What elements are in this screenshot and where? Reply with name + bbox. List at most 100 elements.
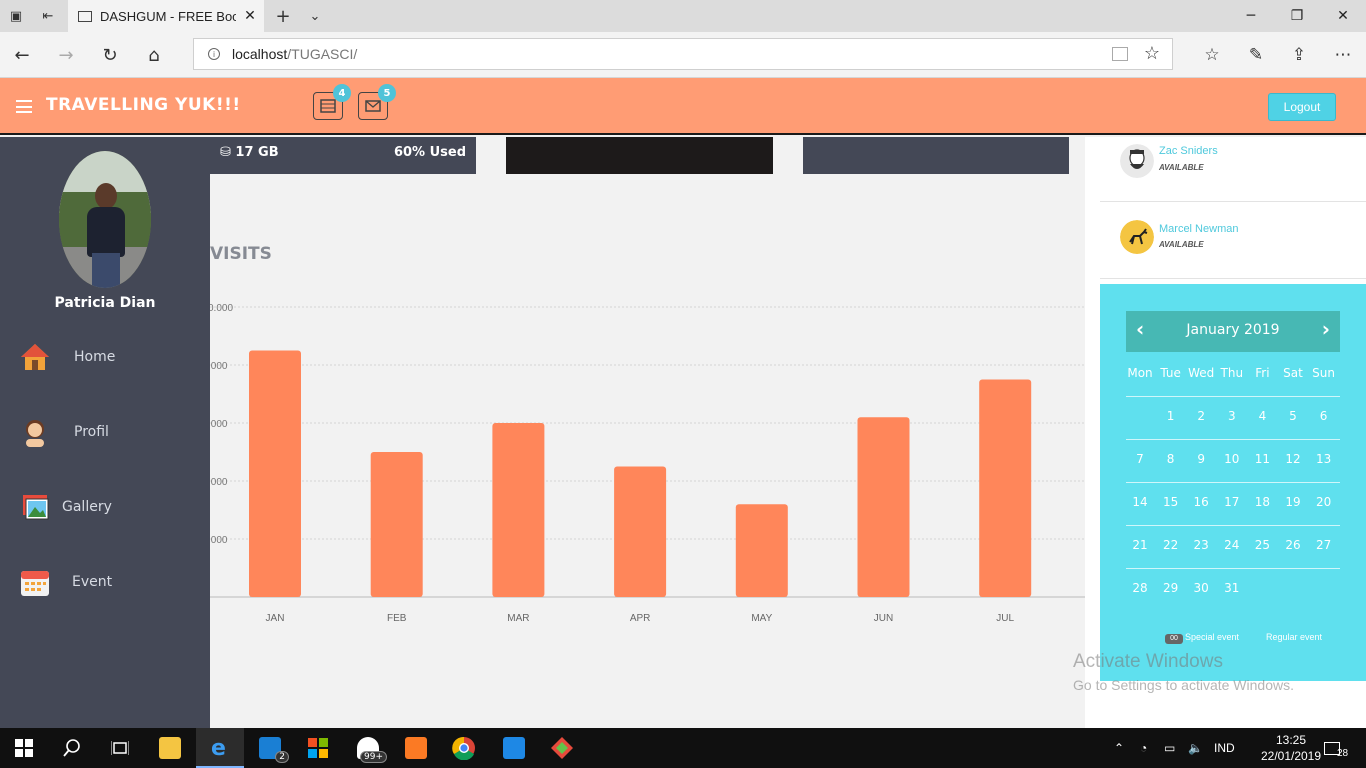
bar-feb[interactable] — [370, 452, 423, 597]
clock[interactable]: 13:25 22/01/2019 — [1255, 732, 1327, 764]
action-center-button[interactable]: 28 — [1324, 728, 1348, 768]
calendar-day[interactable]: 17 — [1217, 495, 1247, 509]
next-month-icon[interactable]: › — [1322, 317, 1330, 341]
sidebar-item-gallery[interactable]: Gallery — [0, 484, 210, 534]
messages-button[interactable]: 5 — [358, 84, 396, 120]
calendar-day[interactable]: 14 — [1125, 495, 1155, 509]
tab-sets-icon[interactable]: ▣ — [0, 0, 32, 32]
bar-may[interactable] — [735, 504, 788, 597]
git-diamond-icon — [551, 737, 573, 759]
logout-button[interactable]: Logout — [1268, 93, 1336, 121]
calendar-day[interactable]: 31 — [1217, 581, 1247, 595]
calendar-day[interactable]: 16 — [1186, 495, 1216, 509]
calendar-day[interactable]: 9 — [1186, 452, 1216, 466]
calendar-day[interactable]: 19 — [1278, 495, 1308, 509]
show-hidden-icons-chevron-icon[interactable]: ⌃ — [1114, 728, 1124, 768]
calendar-day[interactable]: 27 — [1309, 538, 1339, 552]
bar-jan[interactable] — [249, 350, 301, 598]
calendar-day[interactable]: 28 — [1125, 581, 1155, 595]
battery-icon[interactable]: ▭ — [1164, 728, 1175, 768]
photo-panel — [506, 137, 773, 174]
calendar-day[interactable]: 25 — [1247, 538, 1277, 552]
legend-special: 00 Special event — [1165, 632, 1239, 644]
house-icon — [21, 344, 49, 370]
network-icon[interactable]: ◔ — [1140, 728, 1147, 768]
contact-name[interactable]: Zac Sniders — [1159, 145, 1218, 157]
set-aside-tabs-icon[interactable]: ⇤ — [32, 0, 64, 32]
language-indicator[interactable]: IND — [1214, 728, 1235, 768]
calendar-day[interactable]: 18 — [1247, 495, 1277, 509]
notes-pen-icon[interactable]: ✎ — [1236, 39, 1276, 71]
favorites-icon[interactable]: ☆ — [1192, 39, 1232, 71]
calendar-day[interactable]: 29 — [1156, 581, 1186, 595]
sidebar-item-event[interactable]: Event — [0, 559, 210, 609]
bar-apr[interactable] — [614, 466, 667, 598]
edge-icon: e — [211, 736, 226, 759]
reading-view-icon[interactable] — [1112, 47, 1128, 61]
brand-title[interactable]: TRAVELLING YUK!!! — [46, 95, 241, 115]
calendar-day[interactable]: 8 — [1156, 452, 1186, 466]
calendar-day[interactable]: 24 — [1217, 538, 1247, 552]
tab-preview-chevron-icon[interactable]: ⌄ — [300, 0, 330, 32]
calendar-day[interactable]: 21 — [1125, 538, 1155, 552]
calendar-day[interactable]: 15 — [1156, 495, 1186, 509]
store-app[interactable] — [294, 728, 342, 768]
calendar-day[interactable]: 13 — [1309, 452, 1339, 466]
calendar-day[interactable]: 4 — [1247, 409, 1277, 423]
search-button[interactable] — [48, 728, 96, 768]
close-window-icon[interactable]: ✕ — [1320, 0, 1366, 32]
back-icon[interactable]: ← — [2, 39, 42, 71]
site-info-icon[interactable]: i — [208, 48, 220, 60]
close-tab-icon[interactable]: ✕ — [236, 8, 264, 24]
uplay-app[interactable]: 99+ — [344, 728, 392, 768]
calendar-divider — [1126, 396, 1340, 397]
contact-name[interactable]: Marcel Newman — [1159, 223, 1238, 235]
calendar-day[interactable]: 3 — [1217, 409, 1247, 423]
favorite-star-icon[interactable]: ☆ — [1144, 43, 1160, 64]
calendar-day[interactable]: 26 — [1278, 538, 1308, 552]
restore-icon[interactable]: ❐ — [1274, 0, 1320, 32]
chrome-app[interactable] — [440, 728, 488, 768]
calendar-day[interactable]: 23 — [1186, 538, 1216, 552]
browser-tab[interactable]: DASHGUM - FREE Boot: ✕ — [68, 0, 264, 32]
bar-jul[interactable] — [979, 379, 1032, 598]
forward-icon[interactable]: → — [46, 39, 86, 71]
sidebar-item-profil[interactable]: Profil — [0, 409, 210, 459]
calendar-day[interactable]: 12 — [1278, 452, 1308, 466]
share-icon[interactable]: ⇪ — [1279, 39, 1319, 71]
calendar-day[interactable]: 7 — [1125, 452, 1155, 466]
hamburger-menu-icon[interactable] — [16, 100, 32, 113]
calendar-day[interactable]: 2 — [1186, 409, 1216, 423]
xampp-app[interactable] — [392, 728, 440, 768]
edge-browser-app[interactable]: e — [196, 728, 244, 768]
bar-mar[interactable] — [492, 423, 545, 597]
bar-jun[interactable] — [857, 417, 910, 597]
chrome-icon — [452, 736, 475, 760]
more-menu-icon[interactable]: ⋯ — [1323, 39, 1363, 71]
vscode-app[interactable] — [490, 728, 538, 768]
tasks-badge: 4 — [333, 84, 351, 102]
minimize-icon[interactable]: ─ — [1228, 0, 1274, 32]
calendar-day[interactable]: 10 — [1217, 452, 1247, 466]
calendar-day[interactable]: 30 — [1186, 581, 1216, 595]
mail-app[interactable]: 2 — [246, 728, 294, 768]
calendar-day[interactable]: 1 — [1156, 409, 1186, 423]
git-app[interactable] — [538, 728, 586, 768]
sidebar-item-label: Gallery — [62, 499, 112, 515]
new-tab-icon[interactable]: + — [268, 0, 298, 32]
sidebar-item-home[interactable]: Home — [0, 334, 210, 384]
weekday-label: Tue — [1160, 366, 1181, 380]
calendar-day[interactable]: 20 — [1309, 495, 1339, 509]
home-icon[interactable]: ⌂ — [134, 39, 174, 71]
refresh-icon[interactable]: ↻ — [90, 39, 130, 71]
calendar-day[interactable]: 11 — [1247, 452, 1277, 466]
calendar-day[interactable]: 5 — [1278, 409, 1308, 423]
calendar-day[interactable]: 22 — [1156, 538, 1186, 552]
task-view-button[interactable] — [96, 728, 144, 768]
calendar-day[interactable]: 6 — [1309, 409, 1339, 423]
volume-icon[interactable]: 🔈 — [1188, 728, 1203, 768]
tasks-button[interactable]: 4 — [313, 84, 351, 120]
url-input[interactable]: i localhost/TUGASCI/ ☆ — [193, 38, 1173, 70]
file-explorer-app[interactable] — [146, 728, 194, 768]
start-button[interactable] — [0, 728, 48, 768]
